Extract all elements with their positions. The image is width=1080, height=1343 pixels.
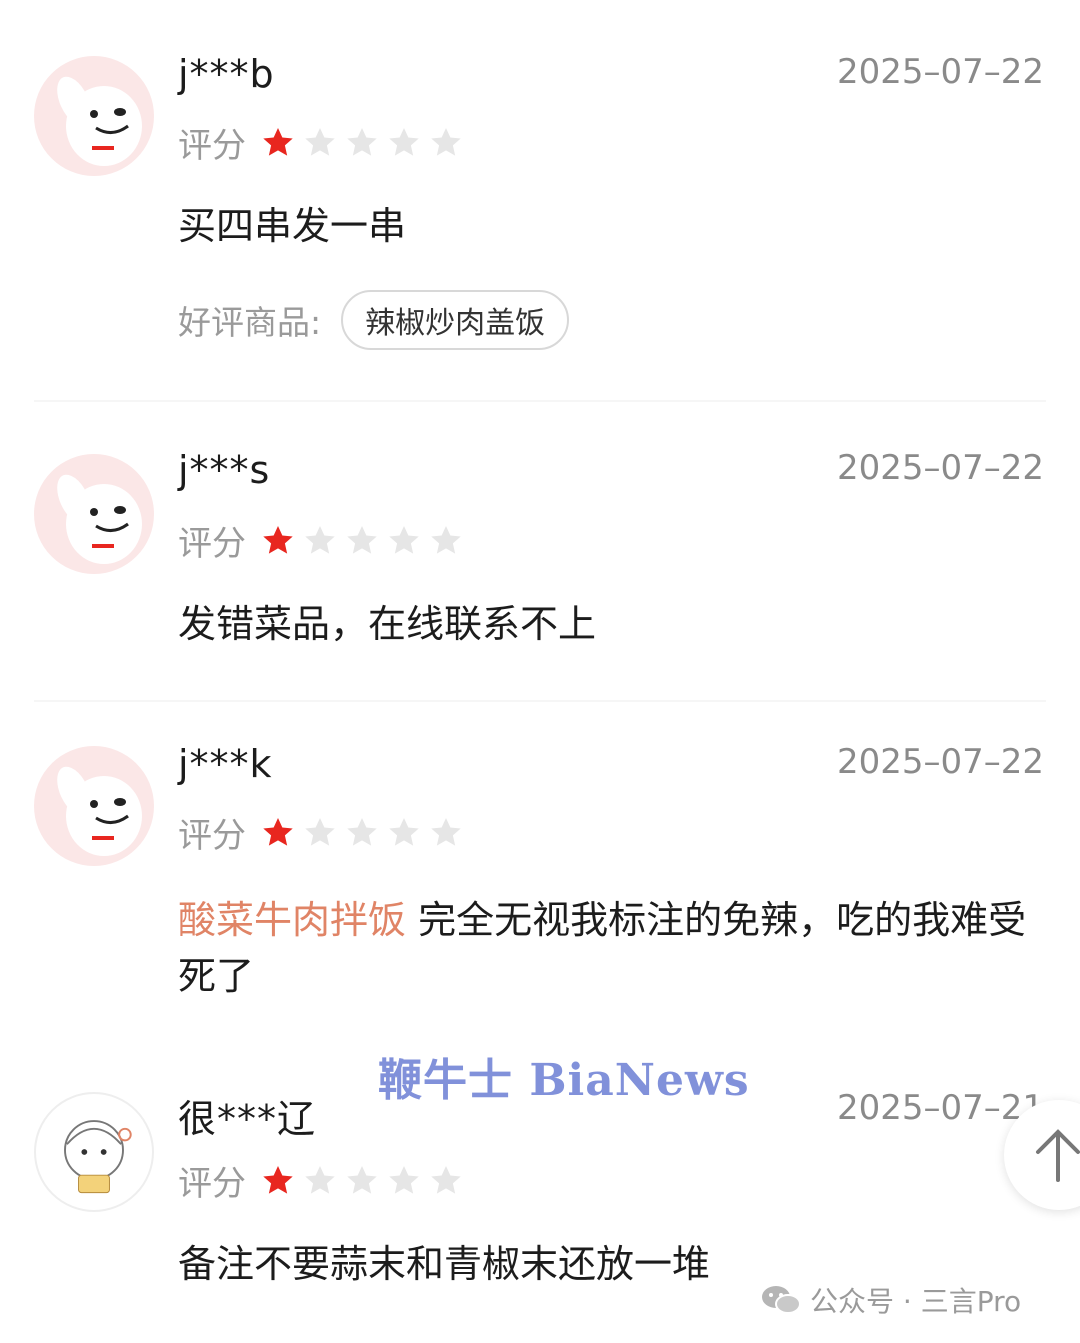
anime-avatar-icon[interactable] — [34, 1092, 154, 1212]
star-empty-icon — [305, 525, 335, 554]
rating-row: 评分 — [178, 516, 464, 565]
star-empty-icon — [389, 127, 419, 156]
star-empty-icon — [347, 1165, 377, 1194]
star-empty-icon — [347, 525, 377, 554]
product-tag[interactable]: 辣椒炒肉盖饭 — [341, 290, 570, 350]
dog-avatar-icon[interactable] — [34, 56, 154, 176]
tag-label: 好评商品: — [178, 303, 322, 342]
star-empty-icon — [305, 817, 335, 846]
divider — [34, 700, 1046, 702]
star-rating — [260, 523, 464, 559]
wechat-icon — [762, 1286, 801, 1314]
star-rating — [260, 1163, 464, 1199]
review-text: 酸菜牛肉拌饭 完全无视我标注的免辣，吃的我难受死了 — [178, 892, 1048, 1004]
star-empty-icon — [431, 525, 461, 554]
dog-avatar-icon[interactable] — [34, 454, 154, 574]
rating-row: 评分 — [178, 808, 464, 857]
arrow-up-icon — [1036, 1129, 1080, 1182]
dish-mention[interactable]: 酸菜牛肉拌饭 — [178, 898, 406, 942]
dog-avatar-icon[interactable] — [34, 746, 154, 866]
rating-label: 评分 — [178, 1164, 246, 1204]
review-date: 2025–07–22 — [836, 448, 1044, 488]
rating-label: 评分 — [178, 816, 246, 856]
star-empty-icon — [389, 817, 419, 846]
star-empty-icon — [389, 525, 419, 554]
footer-watermark: 公众号 · 三言Pro — [760, 1280, 1021, 1320]
rating-row: 评分 — [178, 118, 464, 167]
review-text: 发错菜品，在线联系不上 — [178, 602, 597, 646]
rating-label: 评分 — [178, 524, 246, 564]
recommended-item-row: 好评商品: 辣椒炒肉盖饭 — [178, 290, 570, 350]
star-filled-icon — [263, 817, 293, 846]
divider — [34, 400, 1046, 402]
review-date: 2025–07–22 — [836, 742, 1044, 782]
star-empty-icon — [431, 1165, 461, 1194]
watermark: 鞭牛士 BiaNews — [378, 1055, 750, 1106]
star-filled-icon — [263, 1165, 293, 1194]
rating-label: 评分 — [178, 126, 246, 166]
footer-text: 公众号 · 三言Pro — [810, 1285, 1022, 1318]
rating-row: 评分 — [178, 1156, 464, 1205]
username: j***b — [178, 52, 275, 96]
star-rating — [260, 125, 464, 161]
star-empty-icon — [431, 127, 461, 156]
username: j***k — [178, 742, 273, 786]
star-empty-icon — [347, 127, 377, 156]
username: j***s — [178, 448, 271, 492]
star-empty-icon — [305, 127, 335, 156]
star-rating — [260, 815, 464, 851]
star-filled-icon — [263, 525, 293, 554]
review-date: 2025–07–21 — [836, 1088, 1044, 1128]
star-empty-icon — [347, 817, 377, 846]
star-empty-icon — [431, 817, 461, 846]
star-empty-icon — [305, 1165, 335, 1194]
star-empty-icon — [389, 1165, 419, 1194]
review-date: 2025–07–22 — [836, 52, 1044, 92]
star-filled-icon — [263, 127, 293, 156]
username: 很***辽 — [178, 1097, 317, 1141]
review-text: 买四串发一串 — [178, 204, 407, 248]
